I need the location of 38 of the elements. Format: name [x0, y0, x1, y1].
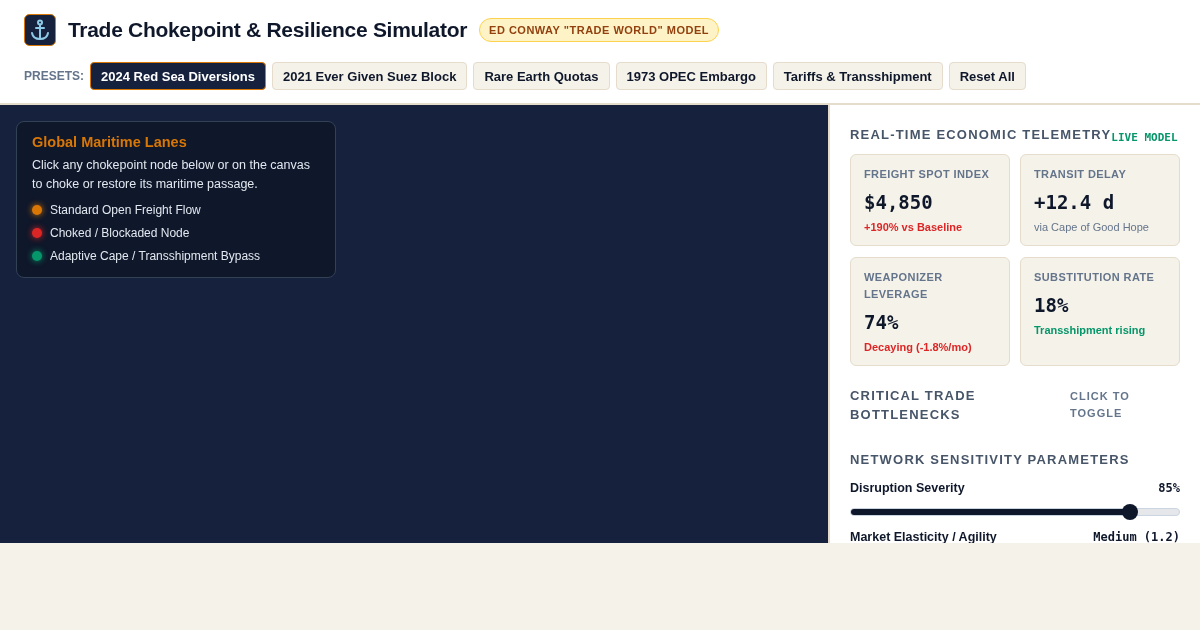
app-title: Trade Chokepoint & Resilience Simulator [68, 18, 468, 42]
preset-button[interactable]: Reset All [948, 62, 1026, 90]
section-title: CRITICAL TRADE BOTTLENECKS [850, 387, 977, 424]
metric-label: WEAPONIZER LEVERAGE [864, 270, 944, 302]
anchor-icon [24, 14, 56, 46]
section-title: REAL-TIME ECONOMIC TELEMETRY [850, 127, 1112, 142]
metric-value: +12.4 d [1034, 191, 1116, 213]
slider-thumb[interactable] [1121, 504, 1138, 520]
metric-value: 18% [1034, 294, 1070, 316]
preset-button[interactable]: 2021 Ever Given Suez Block [271, 62, 468, 90]
legend-label: Adaptive Cape / Transshipment Bypass [50, 248, 261, 263]
live-tag: LIVE MODEL [1111, 131, 1178, 144]
toggle-hint: CLICK TO TOGGLE [1070, 389, 1131, 421]
legend-title: Global Maritime Lanes [32, 134, 188, 150]
model-badge: ED CONWAY "TRADE WORLD" MODEL [479, 18, 719, 42]
slider-label: Disruption Severity [850, 481, 965, 495]
legend-text: Click any chokepoint node below or on the canvas to choke or restore its maritime passage. [32, 157, 311, 193]
slider-reading: Medium (1.2) [1093, 530, 1180, 543]
slider-reading: 85% [1158, 481, 1180, 495]
metric-label: TRANSIT DELAY [1034, 167, 1128, 182]
presets-label: PRESETS: [24, 69, 84, 83]
metric-note: +190% vs Baseline [864, 221, 964, 233]
metric-label: SUBSTITUTION RATE [1034, 270, 1156, 285]
metric-value: 74% [864, 311, 900, 333]
legend-label: Standard Open Freight Flow [50, 202, 201, 217]
metric-label: FREIGHT SPOT INDEX [864, 167, 991, 182]
slider-label: Market Elasticity / Agility [850, 530, 997, 543]
metric-note: Transshipment rising [1034, 324, 1147, 336]
metric-note: Decaying (-1.8%/mo) [864, 341, 973, 353]
preset-button[interactable]: 2024 Red Sea Diversions [90, 62, 266, 90]
preset-button[interactable]: Tariffs & Transshipment [772, 62, 943, 90]
preset-button[interactable]: Rare Earth Quotas [473, 62, 610, 90]
metric-note: via Cape of Good Hope [1034, 221, 1150, 233]
legend-label: Choked / Blockaded Node [50, 225, 190, 240]
section-title: NETWORK SENSITIVITY PARAMETERS [850, 452, 1131, 467]
metric-value: $4,850 [864, 191, 934, 213]
preset-button[interactable]: 1973 OPEC Embargo [615, 62, 767, 90]
map-canvas[interactable]: Global Maritime Lanes Click any chokepoint node below or on the canvas to choke or restore its maritime passage. Standard Open Freight Flow Choked / Blockaded Node Adaptive Cape / Transshipment Bypass [0, 105, 828, 543]
